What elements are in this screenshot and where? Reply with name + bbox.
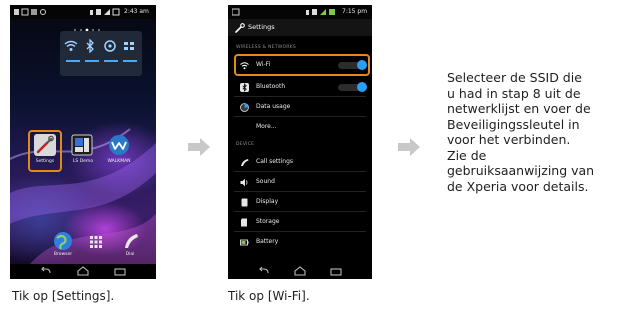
speaker-icon	[240, 178, 248, 187]
settings-title-bar: Settings	[228, 19, 372, 36]
bluetooth-toggle-icon[interactable]	[83, 39, 97, 53]
browser-app-icon[interactable]	[53, 231, 73, 251]
ls-demo-app-icon[interactable]	[70, 133, 94, 157]
instruction-line: gebruiksaanwijzing van	[447, 163, 595, 178]
bluetooth-toggle-knob	[357, 82, 367, 92]
wifi-toggle-icon[interactable]	[64, 39, 78, 53]
settings-item-bluetooth[interactable]: Bluetooth	[228, 77, 372, 97]
home-icon[interactable]	[77, 266, 89, 276]
settings-title: Settings	[248, 23, 275, 31]
arrow-right-icon	[188, 138, 210, 156]
ls-demo-app-label: LS Demo	[72, 159, 94, 164]
more-label: More...	[256, 123, 277, 130]
section-header-wireless: WIRELESS & NETWORKS	[236, 45, 297, 50]
grid-icon	[90, 236, 102, 248]
settings-item-more[interactable]: More...	[228, 117, 372, 137]
data-usage-icon	[240, 103, 249, 112]
instruction-line: voor het verbinden.	[447, 132, 571, 147]
instruction-line: de Xperia voor details.	[447, 178, 589, 194]
call-settings-label: Call settings	[256, 158, 294, 165]
call-icon	[241, 159, 249, 166]
settings-item-sound[interactable]: Sound	[228, 172, 372, 192]
storage-label: Storage	[256, 218, 280, 225]
navigation-bar	[10, 264, 156, 279]
display-icon	[241, 198, 248, 207]
bluetooth-icon	[240, 83, 249, 92]
settings-highlight-frame	[28, 130, 62, 172]
sync-toggle-icon[interactable]	[103, 39, 117, 53]
storage-icon	[241, 218, 247, 227]
settings-wrench-icon	[235, 23, 245, 33]
walkman-icon	[109, 135, 129, 155]
signal-icons	[306, 9, 335, 15]
instruction-line: netwerklijst en voer de	[447, 101, 591, 116]
battery-label: Battery	[256, 238, 279, 245]
settings-item-battery[interactable]: Battery	[228, 232, 372, 252]
status-bar: 2:43 am	[10, 5, 156, 19]
arrow-right-icon	[398, 138, 420, 156]
dial-app-label: Dial	[125, 252, 135, 257]
instruction-line: Selecteer de SSID die	[447, 70, 582, 85]
dial-app-icon[interactable]	[120, 231, 140, 251]
walkman-app-icon[interactable]	[107, 133, 131, 157]
notification-icons	[14, 8, 46, 16]
walkman-app-label: WALKMAN	[107, 159, 131, 164]
status-time: 2:43 am	[124, 8, 149, 15]
section-header-device: DEVICE	[236, 142, 255, 147]
data-usage-label: Data usage	[256, 103, 291, 110]
quick-settings-widget	[60, 31, 142, 76]
settings-item-call-settings[interactable]: Call settings	[228, 152, 372, 172]
instruction-line: Zie de	[447, 147, 487, 163]
step-instructions: Selecteer de SSID die u had in stap 8 ui…	[447, 70, 623, 194]
back-icon[interactable]	[258, 267, 270, 276]
bluetooth-label: Bluetooth	[256, 83, 286, 90]
app-drawer-icon[interactable]	[89, 234, 103, 248]
settings-screen-phone: 7:15 pm Settings WIRELESS & NETWORKS Wi-…	[228, 5, 372, 279]
signal-icons	[90, 8, 120, 16]
battery-icon	[240, 239, 249, 246]
settings-item-data-usage[interactable]: Data usage	[228, 97, 372, 117]
status-time: 7:15 pm	[342, 8, 368, 15]
status-bar: 7:15 pm	[228, 5, 372, 19]
caption-step-settings: Tik op [Settings].	[12, 289, 115, 303]
instruction-line: Beveiligingssleutel in	[447, 116, 580, 132]
home-icon[interactable]	[294, 266, 306, 276]
sound-label: Sound	[256, 178, 275, 185]
display-label: Display	[256, 198, 279, 205]
bluetooth-toggle[interactable]	[338, 82, 367, 92]
quick-settings-indicators	[66, 60, 137, 62]
navigation-bar	[228, 264, 372, 279]
wifi-highlight-frame	[234, 54, 370, 76]
notification-icon	[232, 8, 240, 16]
globe-icon	[54, 232, 72, 250]
data-toggle-icon[interactable]	[122, 39, 136, 53]
phone-handset-icon	[125, 234, 138, 248]
recent-apps-icon[interactable]	[114, 267, 126, 276]
settings-item-storage[interactable]: Storage	[228, 212, 372, 232]
home-screen-phone: 2:43 am Settings LS Demo WALKMAN Browser…	[10, 5, 156, 279]
back-icon[interactable]	[40, 267, 52, 276]
settings-item-display[interactable]: Display	[228, 192, 372, 212]
instruction-line: u had in stap 8 uit de	[447, 85, 581, 101]
caption-step-wifi: Tik op [Wi-Fi].	[228, 289, 310, 303]
browser-app-label: Browser	[53, 252, 73, 257]
ls-demo-icon	[71, 134, 93, 156]
recent-apps-icon[interactable]	[330, 267, 342, 276]
